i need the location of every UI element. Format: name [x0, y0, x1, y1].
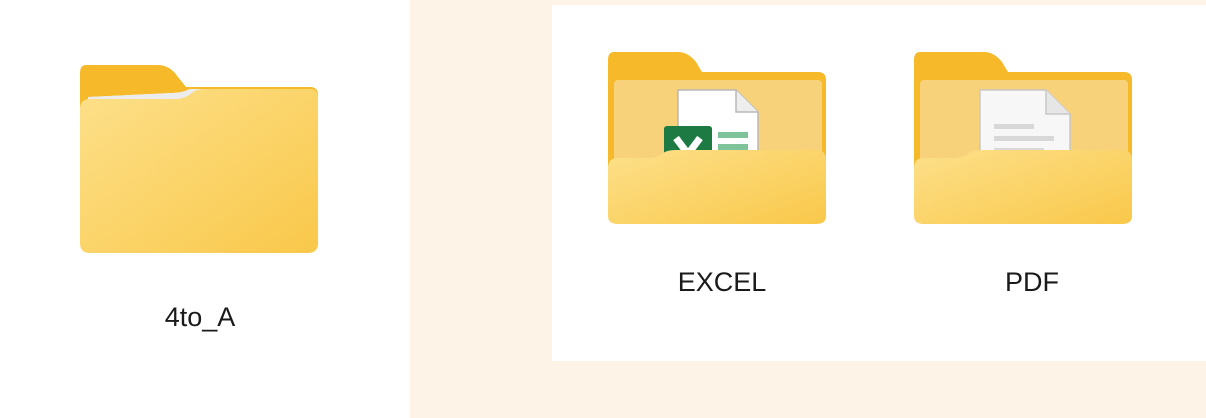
explorer-view: 4to_A EXCEL PDF [0, 0, 1206, 418]
folder-label-excel: EXCEL [677, 267, 767, 297]
document-folder-icon [914, 52, 1132, 224]
folder-icon [80, 65, 318, 253]
folder-label-4to-a: 4to_A [164, 302, 236, 332]
left-panel: 4to_A [0, 0, 410, 418]
folder-item-4to-a[interactable]: 4to_A [60, 50, 340, 350]
folder-label-pdf: PDF [1005, 267, 1059, 297]
folder-item-excel[interactable]: EXCEL [592, 35, 852, 315]
excel-folder-icon [608, 52, 826, 224]
folder-item-pdf[interactable]: PDF [902, 35, 1162, 315]
right-panel: EXCEL PDF [552, 5, 1206, 361]
